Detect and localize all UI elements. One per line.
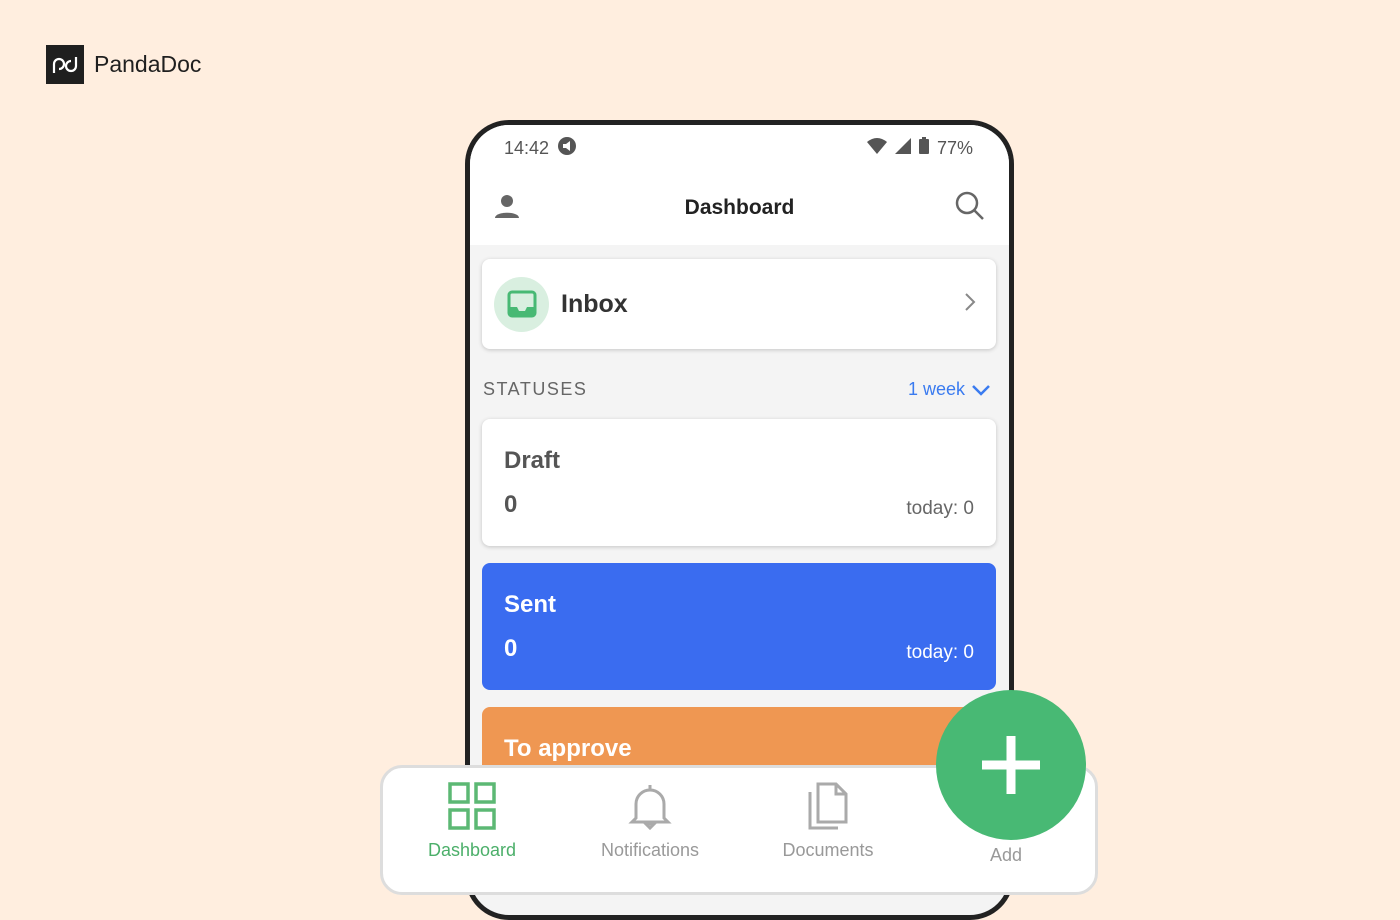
nav-label: Dashboard xyxy=(427,840,517,860)
status-today: today: 0 xyxy=(906,498,974,519)
chevron-down-icon xyxy=(972,384,990,396)
bell-icon xyxy=(628,785,672,830)
brand-name: PandaDoc xyxy=(94,51,202,77)
status-card-sent[interactable]: Sent 0 today: 0 xyxy=(482,563,996,690)
nav-label: Add xyxy=(989,845,1023,865)
page-title: Dashboard xyxy=(684,196,795,219)
battery-icon xyxy=(918,137,929,159)
inbox-icon xyxy=(494,276,549,332)
status-count: 0 xyxy=(504,635,518,662)
nav-documents[interactable]: Documents xyxy=(739,782,917,892)
statuses-label: STATUSES xyxy=(483,379,588,399)
status-today: today: 0 xyxy=(906,642,974,663)
notification-icon xyxy=(557,136,577,161)
inbox-card[interactable]: Inbox xyxy=(482,259,996,349)
status-name: Sent xyxy=(504,591,557,618)
plus-icon xyxy=(982,736,1040,794)
status-name: To approve xyxy=(504,735,632,762)
search-icon[interactable] xyxy=(955,191,985,226)
nav-dashboard[interactable]: Dashboard xyxy=(383,782,561,892)
battery-level: 77% xyxy=(936,137,973,158)
status-card-draft[interactable]: Draft 0 today: 0 xyxy=(482,419,996,546)
period-dropdown[interactable]: 1 week xyxy=(908,379,991,400)
pandadoc-logo-icon xyxy=(46,45,84,84)
wifi-icon xyxy=(866,137,887,159)
signal-icon xyxy=(894,137,911,159)
inbox-label: Inbox xyxy=(561,289,628,318)
nav-label: Documents xyxy=(782,840,874,860)
app-bar: Dashboard xyxy=(470,171,1009,245)
nav-notifications[interactable]: Notifications xyxy=(561,782,739,892)
chevron-right-icon xyxy=(964,292,976,317)
period-value: 1 week xyxy=(907,379,965,399)
dashboard-grid-icon xyxy=(448,782,496,830)
profile-icon[interactable] xyxy=(494,193,520,224)
pandadoc-logo: PandaDoc xyxy=(46,45,201,84)
add-button[interactable] xyxy=(936,690,1086,840)
status-bar: 14:42 77% xyxy=(470,125,1009,171)
status-count: 0 xyxy=(504,491,518,518)
documents-icon xyxy=(808,782,848,830)
clock: 14:42 xyxy=(504,137,550,158)
statuses-header: STATUSES 1 week xyxy=(483,379,991,400)
status-name: Draft xyxy=(504,447,561,474)
nav-label: Notifications xyxy=(600,840,700,860)
